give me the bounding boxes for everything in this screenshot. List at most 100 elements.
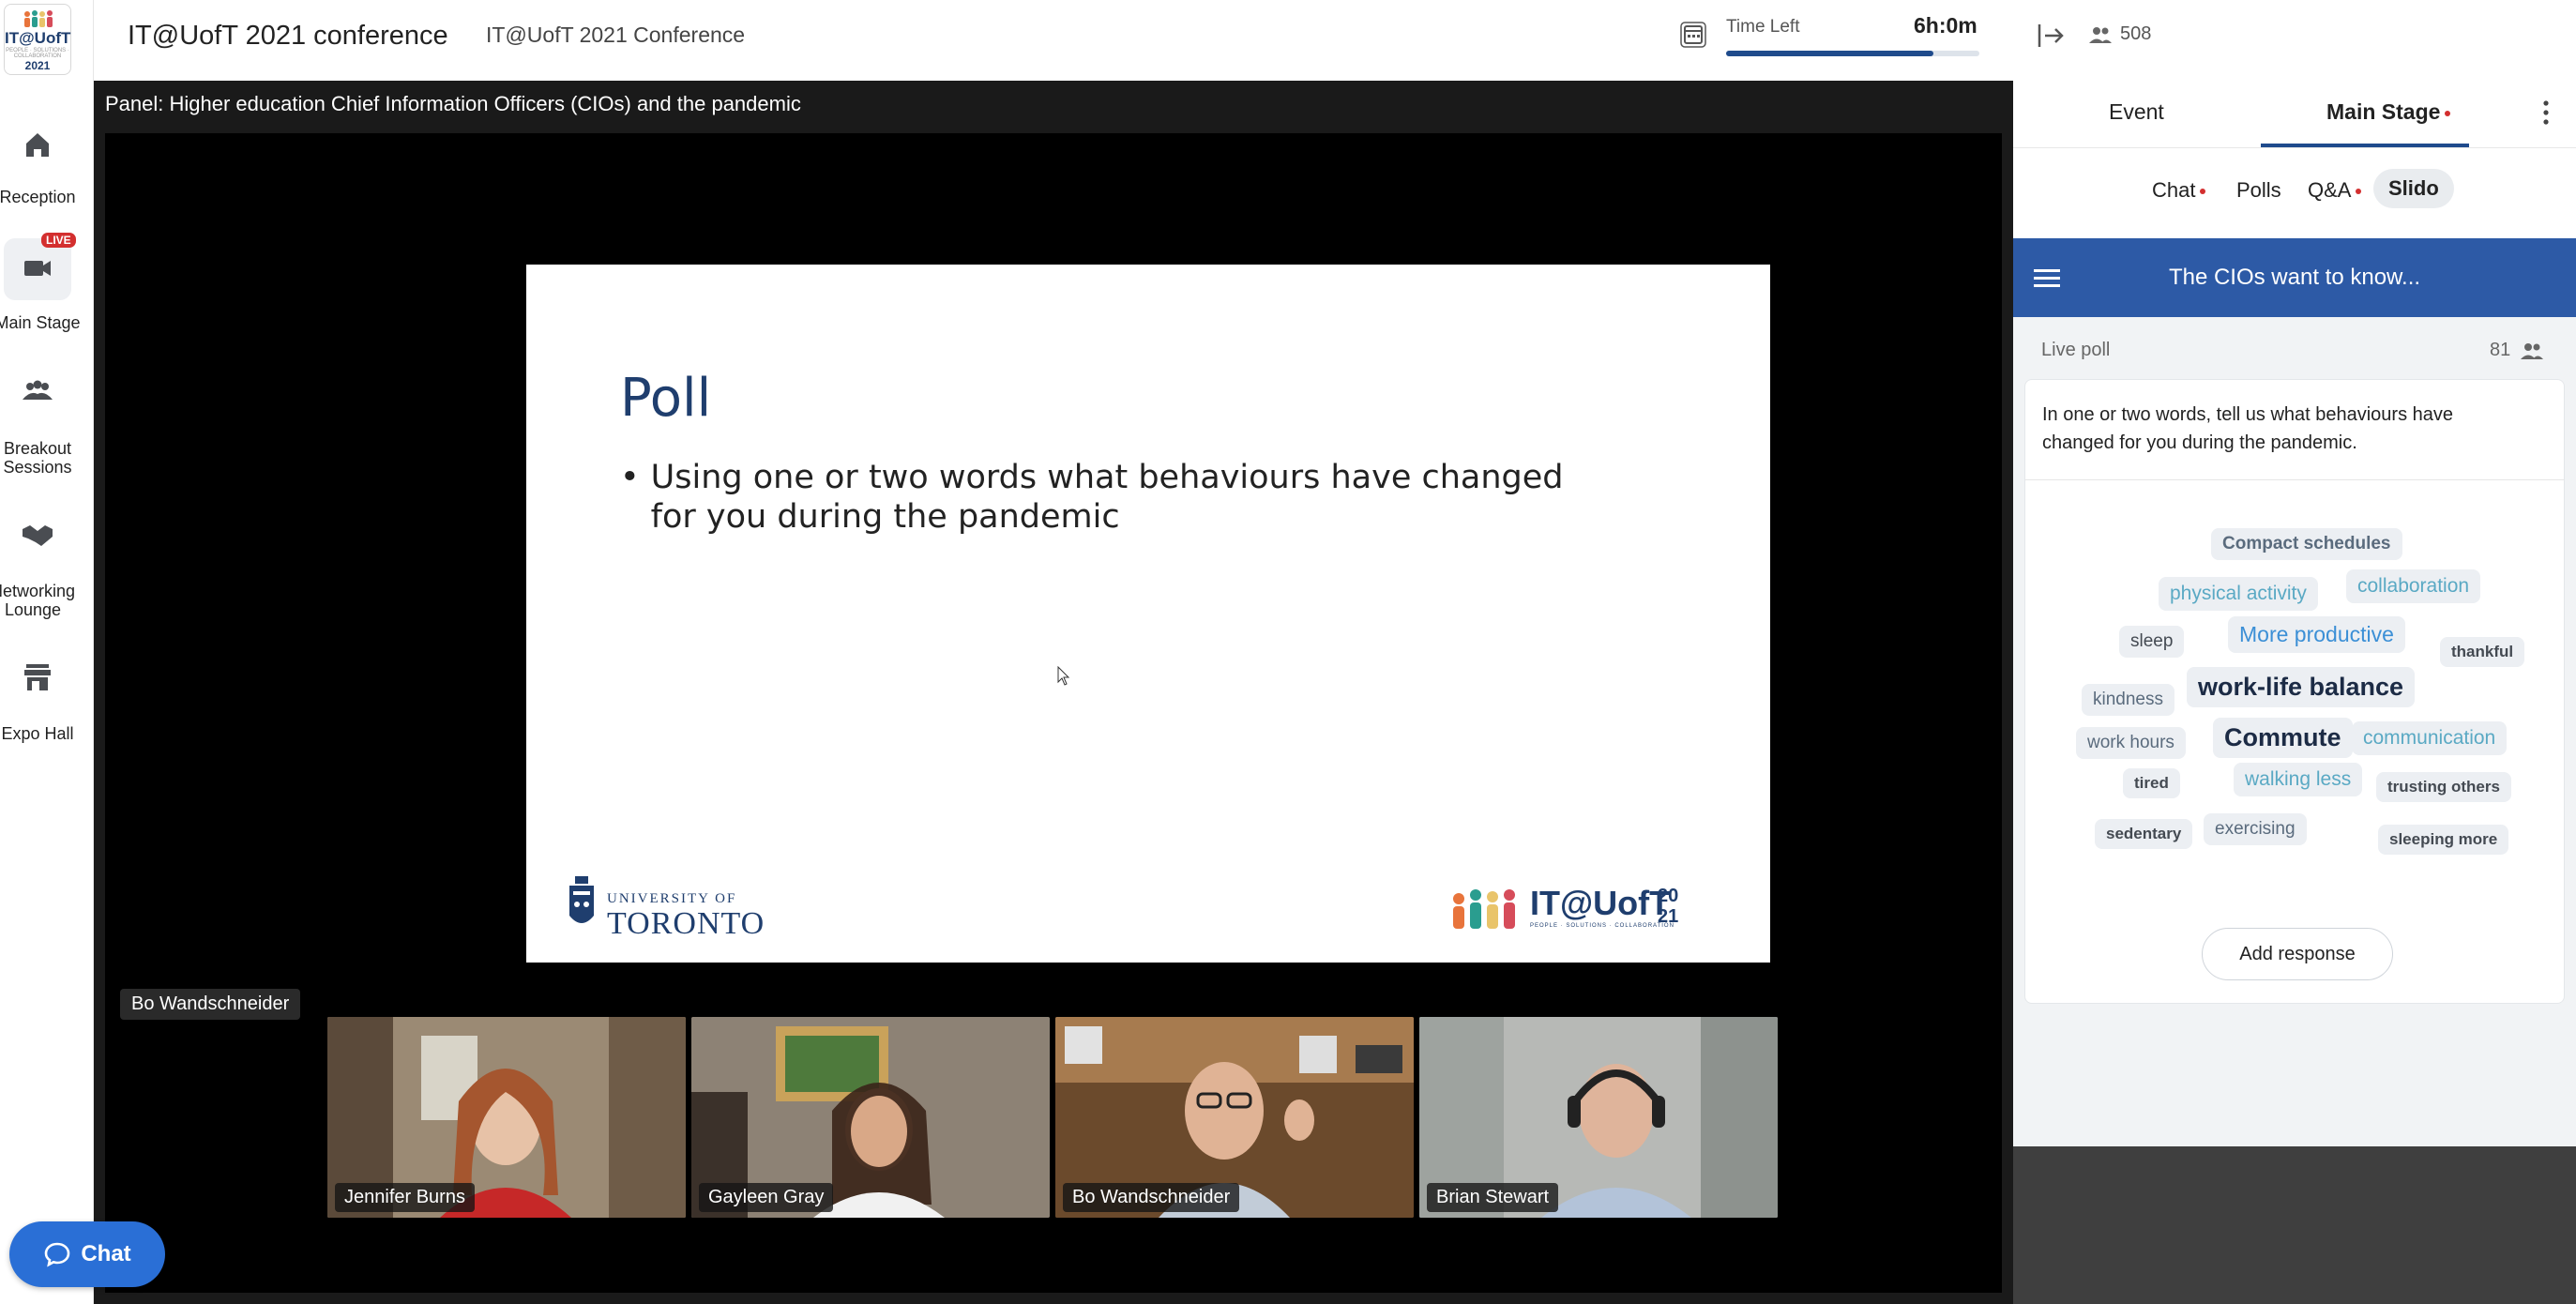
- sub-tab-polls-label: Polls: [2236, 178, 2281, 202]
- chat-button[interactable]: Chat: [9, 1221, 165, 1287]
- top-bar: IT@UofT 2021 conference IT@UofT 2021 Con…: [94, 0, 2013, 81]
- mouse-cursor-icon: [1057, 666, 1070, 686]
- nav-label-networking-lounge: Networking Lounge: [0, 582, 76, 619]
- attendees-icon[interactable]: [2088, 24, 2113, 45]
- logo-figures-icon: [24, 10, 53, 27]
- word-cloud-item: kindness: [2082, 684, 2174, 716]
- participant-video-tile[interactable]: Gayleen Gray: [691, 1017, 1050, 1218]
- nav-item-networking-lounge[interactable]: Networking Lounge: [0, 516, 93, 619]
- main-stage-area: Panel: Higher education Chief Informatio…: [94, 81, 2013, 1304]
- word-cloud-item: Compact schedules: [2211, 528, 2402, 560]
- uoft-line-2: TORONTO: [607, 906, 765, 941]
- uoft-line-1: UNIVERSITY OF: [607, 891, 737, 906]
- add-response-button[interactable]: Add response: [2202, 928, 2393, 980]
- exit-icon[interactable]: [2036, 21, 2066, 51]
- poll-divider: [2025, 479, 2564, 480]
- sub-tab-chat[interactable]: Chat: [2152, 178, 2206, 203]
- nav-label-main-stage: Main Stage: [0, 313, 81, 332]
- ituoft-text: IT@UofT: [1530, 884, 1671, 922]
- word-cloud-item: walking less: [2234, 763, 2363, 796]
- word-cloud-item: communication: [2352, 721, 2508, 755]
- sub-tab-qa[interactable]: Q&A: [2308, 178, 2362, 203]
- word-cloud-item: thankful: [2440, 637, 2525, 667]
- nav-label-expo-hall: Expo Hall: [1, 724, 74, 743]
- slide-bullet: • Using one or two words what behaviours…: [620, 458, 1605, 537]
- nav-label-breakout-sessions: Breakout Sessions: [3, 439, 72, 477]
- tab-event[interactable]: Event: [2109, 99, 2164, 125]
- tab-event-label: Event: [2109, 99, 2164, 124]
- nav-item-main-stage[interactable]: LIVE Main Stage: [0, 233, 93, 332]
- sub-tab-slido[interactable]: Slido: [2373, 169, 2454, 208]
- uoft-crest-icon: [569, 876, 594, 923]
- slido-body: Live poll 81 In one or two words, tell u…: [2013, 317, 2576, 1146]
- word-cloud-item: Commute: [2213, 718, 2353, 758]
- active-tab-indicator: [2261, 144, 2469, 147]
- word-cloud-item: More productive: [2228, 616, 2405, 653]
- nav-item-reception[interactable]: Reception: [0, 126, 93, 210]
- participant-name: Gayleen Gray: [699, 1183, 834, 1212]
- more-options-icon[interactable]: [2538, 98, 2553, 128]
- calendar-icon[interactable]: [1677, 19, 1709, 51]
- participants-icon: [2521, 343, 2543, 359]
- time-left-label: Time Left: [1726, 17, 1800, 37]
- nav-item-breakout-sessions[interactable]: Breakout Sessions: [0, 373, 93, 477]
- word-cloud-item: work hours: [2076, 727, 2186, 759]
- notification-dot: [2445, 110, 2451, 116]
- word-cloud-item: sleeping more: [2378, 825, 2509, 855]
- home-icon: [26, 133, 49, 157]
- logo-year: 2021: [24, 59, 51, 72]
- active-speaker-label: Bo Wandschneider: [120, 989, 301, 1020]
- word-cloud-item: work-life balance: [2187, 667, 2416, 707]
- event-logo[interactable]: IT@UofT PEOPLE · SOLUTIONS · COLLABORATI…: [4, 4, 71, 75]
- ituoft-figures-icon: [1453, 889, 1515, 929]
- sub-tab-chat-label: Chat: [2152, 178, 2196, 202]
- nav-label-reception: Reception: [0, 188, 76, 206]
- left-navigation: IT@UofT PEOPLE · SOLUTIONS · COLLABORATI…: [0, 0, 94, 1304]
- live-badge: LIVE: [41, 233, 76, 248]
- participant-video-tile[interactable]: Jennifer Burns: [327, 1017, 686, 1218]
- session-title: Panel: Higher education Chief Informatio…: [105, 92, 801, 115]
- sub-tabs: Chat Polls Q&A Slido: [2013, 167, 2576, 216]
- participant-video-tile[interactable]: Brian Stewart: [1419, 1017, 1778, 1218]
- video-stage: Poll • Using one or two words what behav…: [105, 133, 2002, 1293]
- word-cloud-item: sleep: [2119, 626, 2185, 658]
- ituoft-year: 20 21: [1658, 886, 1678, 927]
- participant-name: Jennifer Burns: [335, 1183, 475, 1212]
- word-cloud-item: sedentary: [2095, 819, 2193, 849]
- slide-bullet-text: Using one or two words what behaviours h…: [650, 459, 1564, 536]
- participant-video-tile[interactable]: Bo Wandschneider: [1055, 1017, 1414, 1218]
- ituoft-year-bottom: 21: [1658, 906, 1679, 927]
- ituoft-logo: IT@UofT PEOPLE · SOLUTIONS · COLLABORATI…: [1449, 880, 1703, 946]
- logo-text: IT@UofT: [5, 29, 71, 47]
- poll-question: In one or two words, tell us what behavi…: [2042, 404, 2454, 453]
- word-cloud-item: exercising: [2204, 813, 2307, 845]
- time-left-progress: [1726, 51, 1979, 56]
- tab-main-stage[interactable]: Main Stage: [2326, 99, 2451, 125]
- word-cloud-item: collaboration: [2346, 569, 2481, 603]
- nav-item-expo-hall[interactable]: Expo Hall: [0, 659, 93, 743]
- bullet-dot: •: [620, 459, 640, 496]
- word-cloud-item: tired: [2123, 768, 2180, 798]
- word-cloud-item: trusting others: [2376, 772, 2511, 802]
- ituoft-year-top: 20: [1658, 886, 1679, 906]
- right-panel-header: 508: [2013, 0, 2576, 71]
- slido-header: The CIOs want to know...: [2013, 238, 2576, 317]
- conference-title: IT@UofT 2021 conference: [128, 21, 448, 51]
- ituoft-tagline: PEOPLE · SOLUTIONS · COLLABORATION: [1530, 923, 1674, 929]
- panel-tabs: Event Main Stage: [2013, 81, 2576, 148]
- conference-subtitle: IT@UofT 2021 Conference: [486, 23, 746, 47]
- right-side-panel: 508 Event Main Stage Chat Polls Q&A Slid…: [2013, 0, 2576, 1304]
- video-camera-icon: [24, 261, 51, 276]
- tab-main-stage-label: Main Stage: [2326, 99, 2441, 124]
- handshake-icon: [23, 525, 53, 546]
- group-icon: [23, 380, 53, 400]
- storefront-icon: [24, 664, 51, 690]
- word-cloud-item: physical activity: [2159, 577, 2318, 611]
- notification-dot: [2356, 189, 2362, 195]
- sub-tab-polls[interactable]: Polls: [2236, 178, 2281, 203]
- sub-tab-qa-label: Q&A: [2308, 178, 2352, 202]
- notification-dot: [2200, 189, 2206, 195]
- poll-participant-count: 81: [2490, 340, 2511, 360]
- university-of-toronto-logo: UNIVERSITY OF TORONTO: [566, 871, 772, 946]
- participant-name: Bo Wandschneider: [1063, 1183, 1240, 1212]
